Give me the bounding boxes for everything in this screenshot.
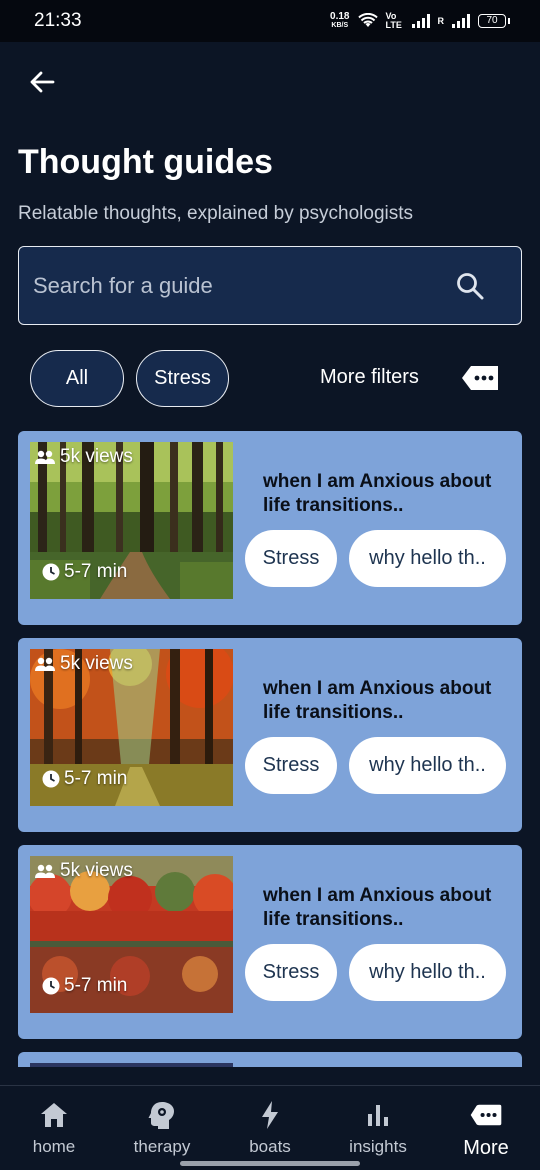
nav-item-more[interactable]: More: [432, 1086, 540, 1170]
page-title: Thought guides: [18, 143, 273, 181]
nav-item-insights[interactable]: insights: [324, 1086, 432, 1170]
lightning-icon: [253, 1100, 287, 1130]
nav-label-more: More: [463, 1137, 509, 1159]
network-speed-value: 0.18: [330, 11, 350, 22]
home-indicator[interactable]: [180, 1161, 360, 1166]
clock-icon: [42, 977, 60, 995]
guide-card-partial[interactable]: [18, 1052, 522, 1067]
duration-text: 5-7 min: [64, 561, 128, 582]
network-speed: 0.18 KB/S: [330, 12, 349, 30]
guide-tag-stress[interactable]: Stress: [245, 530, 337, 587]
filter-chip-stress[interactable]: Stress: [136, 350, 229, 407]
guide-card[interactable]: 5k views 5-7 min when I am Anxious about…: [18, 845, 522, 1039]
guide-thumbnail: 5k views 5-7 min: [30, 649, 233, 806]
more-filters-button[interactable]: More filters: [320, 366, 419, 389]
nav-label-therapy: therapy: [133, 1137, 191, 1156]
more-tag-icon: [469, 1100, 503, 1130]
search-bar[interactable]: [18, 246, 522, 325]
guide-title: when I am Anxious about life transitions…: [263, 471, 492, 516]
roaming-indicator: R: [437, 15, 445, 26]
guide-tag-stress[interactable]: Stress: [245, 737, 337, 794]
views-meta: 5k views: [34, 653, 133, 675]
status-bar: 21:33 0.18 KB/S Vo LTE R 70: [0, 0, 540, 42]
nav-label-home: home: [32, 1137, 76, 1156]
signal-icon-2: [452, 14, 470, 28]
nav-item-boats[interactable]: boats: [216, 1086, 324, 1170]
status-icons: 0.18 KB/S Vo LTE R 70: [330, 11, 510, 30]
guide-card[interactable]: 5k views 5-7 min when I am Anxious about…: [18, 638, 522, 832]
filter-row: All Stress More filters: [30, 350, 510, 408]
more-filters-icon[interactable]: [460, 364, 500, 392]
guide-thumbnail-partial: [30, 1063, 233, 1067]
people-icon: [35, 450, 55, 464]
clock-icon: [42, 770, 60, 788]
guide-tag-hello[interactable]: why hello th..: [349, 530, 506, 587]
people-icon: [35, 864, 55, 878]
guide-tag-hello[interactable]: why hello th..: [349, 737, 506, 794]
views-count: 5k views: [60, 653, 133, 674]
head-gear-icon: [145, 1100, 179, 1130]
people-icon: [35, 657, 55, 671]
search-icon[interactable]: [453, 269, 487, 303]
duration-text: 5-7 min: [64, 768, 128, 789]
signal-icon: [411, 14, 430, 28]
clock-icon: [42, 563, 60, 581]
duration-meta: 5-7 min: [42, 561, 127, 583]
filter-chip-all[interactable]: All: [30, 350, 124, 407]
views-count: 5k views: [60, 860, 133, 881]
guide-tag-stress[interactable]: Stress: [245, 944, 337, 1001]
guide-title: when I am Anxious about life transitions…: [263, 678, 492, 723]
duration-meta: 5-7 min: [42, 975, 127, 997]
guide-title: when I am Anxious about life transitions…: [263, 885, 492, 930]
nav-label-insights: insights: [349, 1137, 407, 1156]
bottom-navigation: home therapy boats insights More: [0, 1085, 540, 1170]
bar-chart-icon: [361, 1100, 395, 1130]
back-arrow-icon: [30, 71, 55, 93]
battery-icon: 70: [478, 14, 510, 28]
page-subtitle: Relatable thoughts, explained by psychol…: [18, 203, 414, 224]
duration-meta: 5-7 min: [42, 768, 127, 790]
duration-text: 5-7 min: [64, 975, 128, 996]
guide-thumbnail: 5k views 5-7 min: [30, 856, 233, 1013]
guide-card[interactable]: 5k views 5-7 min when I am Anxious about…: [18, 431, 522, 625]
views-meta: 5k views: [34, 446, 133, 468]
wifi-icon: [357, 13, 378, 27]
views-meta: 5k views: [34, 860, 133, 882]
nav-item-home[interactable]: home: [0, 1086, 108, 1170]
back-button[interactable]: [24, 64, 60, 100]
guide-thumbnail: 5k views 5-7 min: [30, 442, 233, 599]
nav-label-boats: boats: [249, 1137, 291, 1156]
volte-indicator: Vo LTE: [385, 11, 402, 30]
views-count: 5k views: [60, 446, 133, 467]
network-speed-unit: KB/S: [331, 22, 349, 29]
nav-item-therapy[interactable]: therapy: [108, 1086, 216, 1170]
guide-list: 5k views 5-7 min when I am Anxious about…: [18, 431, 522, 1067]
home-icon: [37, 1100, 71, 1130]
status-time: 21:33: [34, 10, 82, 31]
search-input[interactable]: [33, 272, 453, 299]
guide-tag-hello[interactable]: why hello th..: [349, 944, 506, 1001]
